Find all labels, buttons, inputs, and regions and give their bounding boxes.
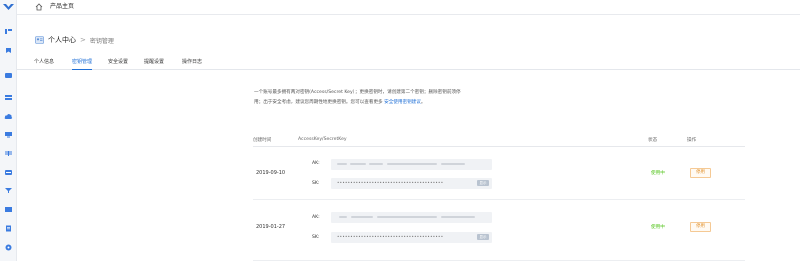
secret-key-mask: •••••••••••••••••••••••••••••••••••••••• [337, 180, 444, 185]
tab-security-settings[interactable]: 安全设置 [108, 58, 128, 66]
monitor-icon[interactable] [4, 131, 13, 138]
tab-key-management[interactable]: 密钥管理 [72, 58, 93, 70]
key-notice: 一个账号最多拥有两对密钥(Access/Secret Key）；更换密钥时，请创… [254, 88, 499, 108]
mail-icon[interactable] [4, 206, 13, 213]
breadcrumb: 个人中心 > 密钥管理 [35, 34, 114, 46]
tab-reminder-settings[interactable]: 提醒设置 [144, 58, 164, 66]
table-row: 2019-01-27 AK: SK: •••••••••••••••••••••… [253, 201, 745, 261]
access-key-field[interactable] [331, 159, 492, 170]
disable-key-button[interactable]: 停用 [690, 168, 711, 178]
header-title[interactable]: 产品主页 [50, 2, 74, 12]
status-badge: 使用中 [651, 225, 665, 230]
server-icon[interactable] [4, 72, 13, 79]
secret-key-field[interactable]: ••••••••••••••••••••••••••••••••••••••••… [331, 178, 492, 189]
disable-key-button[interactable]: 停用 [690, 222, 711, 232]
notice-line-2: 用；出于安全考虑，建议您周期性地更换密钥。您可以查看更多 安全使用密钥建议。 [254, 98, 499, 108]
dashboard-icon[interactable] [4, 28, 13, 35]
tab-bar: 个人信息 密钥管理 安全设置 提醒设置 操作日志 [17, 57, 800, 70]
network-icon[interactable] [4, 150, 13, 157]
breadcrumb-separator: > [80, 36, 86, 44]
tab-operation-log[interactable]: 操作日志 [182, 58, 202, 66]
breadcrumb-root[interactable]: 个人中心 [48, 35, 76, 45]
table-row: 2019-09-10 AK: SK: •••••••••••••••••••••… [253, 148, 745, 200]
left-rail [0, 0, 17, 261]
ak-label: AK: [312, 215, 320, 220]
home-icon[interactable] [35, 3, 43, 11]
database-icon[interactable] [4, 94, 13, 101]
status-badge: 使用中 [651, 171, 665, 176]
filter-icon[interactable] [4, 187, 13, 194]
created-date: 2019-01-27 [256, 224, 286, 230]
document-icon[interactable] [4, 225, 13, 232]
app-root: 产品主页 个人中心 > 密钥管理 个人信息 密钥管理 安全设置 提醒设置 操作日… [0, 0, 800, 261]
tab-personal-info[interactable]: 个人信息 [34, 58, 54, 66]
table-header: 创建时间 AccessKey/SecretKey 状态 操作 [253, 137, 745, 147]
secret-key-mask: •••••••••••••••••••••••••••••••••••••••• [337, 234, 444, 239]
notice-line-1: 一个账号最多拥有两对密钥(Access/Secret Key）；更换密钥时，请创… [254, 90, 461, 95]
notice-line-2-text: 用；出于安全考虑，建议您周期性地更换密钥。您可以查看更多 [254, 100, 385, 105]
settings-icon[interactable] [4, 244, 13, 251]
show-secret-button[interactable]: 显示 [477, 180, 489, 186]
col-created: 创建时间 [253, 138, 272, 143]
col-status: 状态 [648, 138, 658, 143]
show-secret-button[interactable]: 显示 [477, 234, 489, 240]
app-logo-icon[interactable] [2, 2, 15, 12]
top-header: 产品主页 [17, 0, 800, 15]
storage-icon[interactable] [4, 169, 13, 176]
created-date: 2019-09-10 [256, 170, 286, 176]
sk-label: SK: [312, 235, 320, 240]
sk-label: SK: [312, 181, 320, 186]
security-advice-link[interactable]: 安全使用密钥建议 [384, 100, 421, 105]
access-key-field[interactable] [331, 212, 492, 223]
notice-line-2-end: 。 [420, 100, 426, 105]
breadcrumb-current: 密钥管理 [89, 37, 114, 45]
profile-card-icon [35, 36, 44, 44]
bookmark-icon[interactable] [4, 47, 13, 54]
col-action: 操作 [687, 138, 697, 143]
cloud-icon[interactable] [4, 113, 13, 120]
ak-label: AK: [312, 161, 320, 166]
col-keys: AccessKey/SecretKey [298, 137, 347, 142]
secret-key-field[interactable]: ••••••••••••••••••••••••••••••••••••••••… [331, 232, 492, 243]
